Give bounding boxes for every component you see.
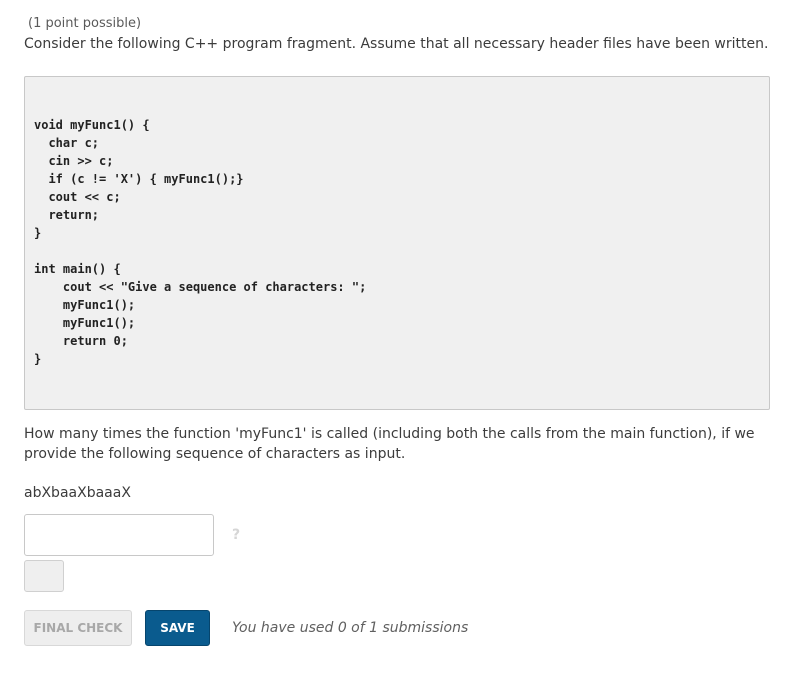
help-icon[interactable]: ? [232,526,240,544]
code-listing: void myFunc1() { char c; cin >> c; if (c… [34,118,367,366]
points-possible: (1 point possible) [28,16,142,31]
code-block: void myFunc1() { char c; cin >> c; if (c… [24,76,770,410]
answer-input[interactable] [24,514,214,556]
save-button[interactable]: SAVE [145,610,210,646]
question-text: How many times the function 'myFunc1' is… [24,426,755,462]
submissions-count-text: You have used 0 of 1 submissions [232,620,469,636]
answer-status-indicator [24,560,64,592]
problem-intro: Consider the following C++ program fragm… [24,36,769,52]
problem-container: (1 point possible) Consider the followin… [24,14,772,646]
answer-row: ? [24,514,772,556]
input-sequence: abXbaaXbaaaX [24,485,131,501]
final-check-button[interactable]: FINAL CHECK [24,610,132,646]
action-bar: FINAL CHECK SAVE You have used 0 of 1 su… [24,610,772,646]
